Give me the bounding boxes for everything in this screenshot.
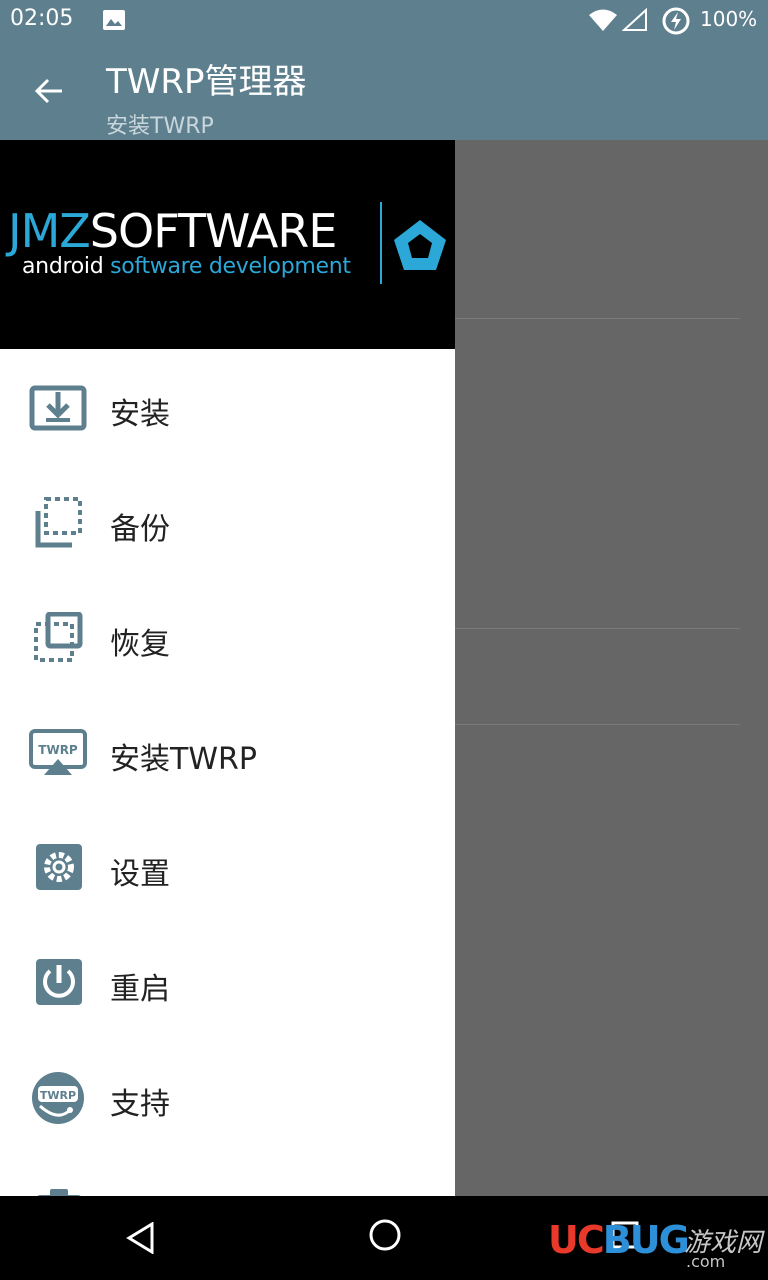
reboot-power-icon bbox=[28, 957, 88, 1009]
app-title: TWRP管理器 bbox=[106, 62, 307, 102]
wifi-icon bbox=[588, 8, 618, 36]
brand-logo-text: JMZSOFTWARE bbox=[8, 204, 338, 258]
watermark-domain: .com bbox=[686, 1252, 726, 1271]
drawer-item-support[interactable]: TWRP 支持 bbox=[0, 1039, 455, 1154]
status-bar: 02:05 100% bbox=[0, 0, 768, 40]
brand-tagline: android software development bbox=[22, 254, 351, 279]
settings-gear-icon bbox=[28, 842, 88, 894]
clipboard-icon bbox=[28, 1187, 88, 1196]
support-headset-icon: TWRP bbox=[28, 1072, 88, 1124]
system-nav-bar: UCBUG 游戏网 .com bbox=[0, 1196, 768, 1280]
brand-part1: JMZ bbox=[8, 204, 91, 258]
drawer-item-label: 备份 bbox=[110, 512, 170, 547]
watermark-bug: BUG bbox=[602, 1218, 690, 1262]
drawer-item-label: 支持 bbox=[110, 1087, 170, 1122]
background-divider bbox=[455, 724, 740, 725]
drawer-item-settings[interactable]: 设置 bbox=[0, 809, 455, 924]
signal-icon bbox=[621, 7, 648, 36]
drawer-item-install-twrp[interactable]: TWRP 安装TWRP bbox=[0, 694, 455, 809]
brand-divider bbox=[380, 202, 382, 284]
drawer-menu: 安装 备份 恢复 TWRP 安装TWRP 设置 重启 TWRP 支持 bbox=[0, 349, 455, 1196]
pentagon-logo-icon bbox=[392, 218, 448, 278]
status-time: 02:05 bbox=[10, 6, 74, 31]
tagline-part1: android bbox=[22, 254, 104, 279]
drawer-item-label: 重启 bbox=[110, 972, 170, 1007]
svg-text:TWRP: TWRP bbox=[38, 743, 78, 757]
background-divider bbox=[455, 628, 740, 629]
brand-part2: SOFTWARE bbox=[89, 204, 338, 258]
drawer-item-label: 安装 bbox=[110, 397, 170, 432]
drawer-item-install[interactable]: 安装 bbox=[0, 349, 455, 464]
watermark-uc: UC bbox=[548, 1218, 605, 1262]
nav-home-icon[interactable] bbox=[368, 1218, 402, 1256]
drawer-item-label: 设置 bbox=[110, 857, 170, 892]
battery-charging-icon bbox=[662, 7, 690, 39]
background-divider bbox=[455, 318, 740, 319]
twrp-install-icon: TWRP bbox=[28, 727, 88, 779]
svg-text:TWRP: TWRP bbox=[40, 1089, 76, 1102]
watermark-logo: UCBUG bbox=[548, 1218, 690, 1262]
drawer-item-restore[interactable]: 恢复 bbox=[0, 579, 455, 694]
drawer-header: JMZSOFTWARE android software development bbox=[0, 140, 455, 349]
image-icon bbox=[102, 9, 126, 35]
navigation-drawer: JMZSOFTWARE android software development… bbox=[0, 140, 455, 1196]
battery-percent: 100% bbox=[700, 7, 758, 31]
restore-icon bbox=[28, 611, 88, 664]
app-subtitle: 安装TWRP bbox=[106, 114, 214, 139]
backup-icon bbox=[28, 497, 88, 549]
app-bar: TWRP管理器 安装TWRP bbox=[0, 40, 768, 140]
back-arrow-icon[interactable] bbox=[34, 76, 64, 110]
drawer-item-reboot[interactable]: 重启 bbox=[0, 924, 455, 1039]
drawer-item-label: 安装TWRP bbox=[110, 742, 257, 777]
nav-back-icon[interactable] bbox=[126, 1221, 156, 1258]
drawer-item-label: 恢复 bbox=[110, 627, 170, 662]
drawer-item-backup[interactable]: 备份 bbox=[0, 464, 455, 579]
drawer-item-partial[interactable] bbox=[0, 1154, 455, 1196]
tagline-part2: software development bbox=[110, 254, 351, 279]
install-download-icon bbox=[28, 382, 88, 434]
